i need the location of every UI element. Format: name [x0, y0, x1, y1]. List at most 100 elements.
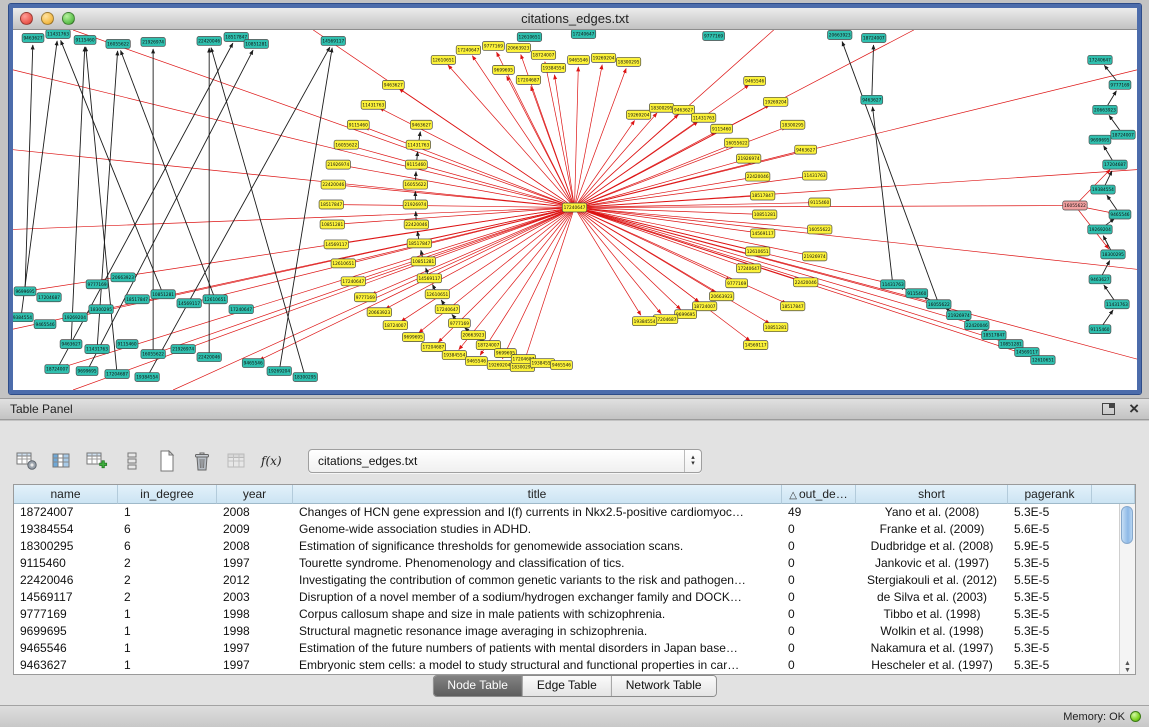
table-cell[interactable]: Yano et al. (2008): [856, 504, 1008, 521]
graph-node[interactable]: 18300295: [89, 305, 113, 314]
graph-node[interactable]: 18517847: [125, 295, 149, 304]
table-row[interactable]: 1456911722003Disruption of a novel membe…: [14, 589, 1120, 606]
table-cell[interactable]: 5.3E-5: [1008, 504, 1092, 521]
graph-node[interactable]: 9465546: [551, 361, 573, 370]
network-graph[interactable]: 1724064794636271143176391154601605562221…: [13, 30, 1137, 390]
graph-node[interactable]: 9463627: [410, 120, 432, 129]
table-row[interactable]: 946554611997Estimation of the future num…: [14, 640, 1120, 657]
graph-node[interactable]: 12610651: [425, 290, 449, 299]
graph-node[interactable]: 17240647: [562, 203, 586, 212]
table-cell[interactable]: Corpus callosum shape and size in male p…: [293, 606, 782, 623]
table-cell[interactable]: 0: [782, 589, 856, 606]
table-cell[interactable]: 5.9E-5: [1008, 538, 1092, 555]
graph-node[interactable]: 16055622: [141, 350, 165, 359]
table-cell[interactable]: 5.3E-5: [1008, 640, 1092, 657]
tab-network-table[interactable]: Network Table: [612, 676, 716, 696]
graph-node[interactable]: 14569117: [321, 36, 345, 45]
table-cell[interactable]: Changes of HCN gene expression and I(f) …: [293, 504, 782, 521]
graph-node[interactable]: 9115460: [405, 160, 427, 169]
graph-node[interactable]: 16055622: [724, 138, 748, 147]
graph-node[interactable]: 22420046: [197, 353, 221, 362]
table-cell[interactable]: 5.3E-5: [1008, 606, 1092, 623]
table-cell[interactable]: 2003: [217, 589, 293, 606]
create-new-table-icon[interactable]: [154, 449, 180, 473]
graph-node[interactable]: 14569117: [324, 240, 348, 249]
graph-node[interactable]: 18724007: [862, 33, 886, 42]
table-row[interactable]: 911546021997Tourette syndrome. Phenomeno…: [14, 555, 1120, 572]
graph-node[interactable]: 9115460: [347, 120, 369, 129]
graph-node[interactable]: 19384554: [135, 373, 159, 382]
graph-node[interactable]: 10851281: [752, 210, 776, 219]
table-cell[interactable]: Wolkin et al. (1998): [856, 623, 1008, 640]
table-cell[interactable]: 2008: [217, 538, 293, 555]
table-vertical-scrollbar[interactable]: ▲▼: [1119, 504, 1135, 674]
import-table-icon[interactable]: [224, 449, 250, 473]
table-cell[interactable]: 2: [118, 589, 217, 606]
table-cell[interactable]: 18724007: [14, 504, 118, 521]
graph-node[interactable]: 9463627: [861, 95, 883, 104]
graph-node[interactable]: 19384554: [1091, 185, 1115, 194]
graph-node[interactable]: 16055622: [334, 140, 358, 149]
graph-node[interactable]: 17240647: [229, 305, 253, 314]
graph-node[interactable]: 9463627: [22, 33, 44, 42]
table-cell[interactable]: 2: [118, 572, 217, 589]
graph-node[interactable]: 9115460: [74, 35, 96, 44]
graph-node[interactable]: 18517847: [982, 331, 1006, 340]
scrollbar-thumb[interactable]: [1121, 506, 1133, 544]
graph-node[interactable]: 9463627: [673, 105, 695, 114]
graph-node[interactable]: 19384554: [541, 63, 565, 72]
graph-node[interactable]: 17240647: [456, 45, 480, 54]
graph-node[interactable]: 17204687: [1103, 160, 1127, 169]
graph-node[interactable]: 12610651: [203, 295, 227, 304]
table-cell[interactable]: 22420046: [14, 572, 118, 589]
graph-node[interactable]: 9465546: [568, 55, 590, 64]
table-cell[interactable]: 0: [782, 606, 856, 623]
table-cell[interactable]: 0: [782, 572, 856, 589]
table-cell[interactable]: 2012: [217, 572, 293, 589]
graph-node[interactable]: 22420046: [404, 220, 428, 229]
graph-node[interactable]: 18724007: [45, 365, 69, 374]
table-cell[interactable]: 6: [118, 521, 217, 538]
network-table-select[interactable]: citations_edges.txt ▴▾: [308, 449, 702, 473]
graph-node[interactable]: 9777169: [86, 280, 108, 289]
graph-node[interactable]: 19384554: [13, 313, 33, 322]
graph-node[interactable]: 9115460: [711, 124, 733, 133]
graph-node[interactable]: 9463627: [382, 80, 404, 89]
function-builder-icon[interactable]: f(x): [259, 449, 285, 473]
graph-node[interactable]: 9699695: [14, 287, 36, 296]
graph-node[interactable]: 16055622: [106, 39, 130, 48]
graph-node[interactable]: 9699695: [402, 333, 424, 342]
column-header-name[interactable]: name: [14, 485, 118, 504]
graph-node[interactable]: 18300295: [649, 103, 673, 112]
table-cell[interactable]: 1: [118, 640, 217, 657]
graph-node[interactable]: 9777169: [1109, 80, 1131, 89]
graph-node[interactable]: 11431763: [46, 30, 70, 38]
graph-node[interactable]: 21926974: [141, 37, 165, 46]
table-cell[interactable]: Stergiakouli et al. (2012): [856, 572, 1008, 589]
table-cell[interactable]: 9777169: [14, 606, 118, 623]
column-header-year[interactable]: year: [217, 485, 293, 504]
graph-node[interactable]: 11431763: [881, 280, 905, 289]
column-header-in_degree[interactable]: in_degree: [118, 485, 217, 504]
table-cell[interactable]: 1997: [217, 657, 293, 674]
graph-node[interactable]: 20663923: [461, 331, 485, 340]
graph-node[interactable]: 9777169: [726, 279, 748, 288]
table-cell[interactable]: 5.3E-5: [1008, 623, 1092, 640]
graph-node[interactable]: 16055622: [927, 300, 951, 309]
graph-node[interactable]: 22420046: [793, 278, 817, 287]
table-cell[interactable]: 0: [782, 555, 856, 572]
graph-node[interactable]: 17240647: [736, 264, 760, 273]
graph-node[interactable]: 16055622: [808, 225, 832, 234]
graph-node[interactable]: 10851281: [763, 323, 787, 332]
table-cell[interactable]: Franke et al. (2009): [856, 521, 1008, 538]
graph-node[interactable]: 11431763: [85, 345, 109, 354]
table-cell[interactable]: 1997: [217, 555, 293, 572]
table-cell[interactable]: 1: [118, 623, 217, 640]
show-hide-columns-icon[interactable]: [49, 449, 75, 473]
table-cell[interactable]: 0: [782, 657, 856, 674]
graph-node[interactable]: 18724007: [1111, 130, 1135, 139]
table-cell[interactable]: 9115460: [14, 555, 118, 572]
graph-node[interactable]: 11431763: [803, 171, 827, 180]
graph-node[interactable]: 19269204: [1088, 225, 1112, 234]
tab-node-table[interactable]: Node Table: [433, 676, 523, 696]
